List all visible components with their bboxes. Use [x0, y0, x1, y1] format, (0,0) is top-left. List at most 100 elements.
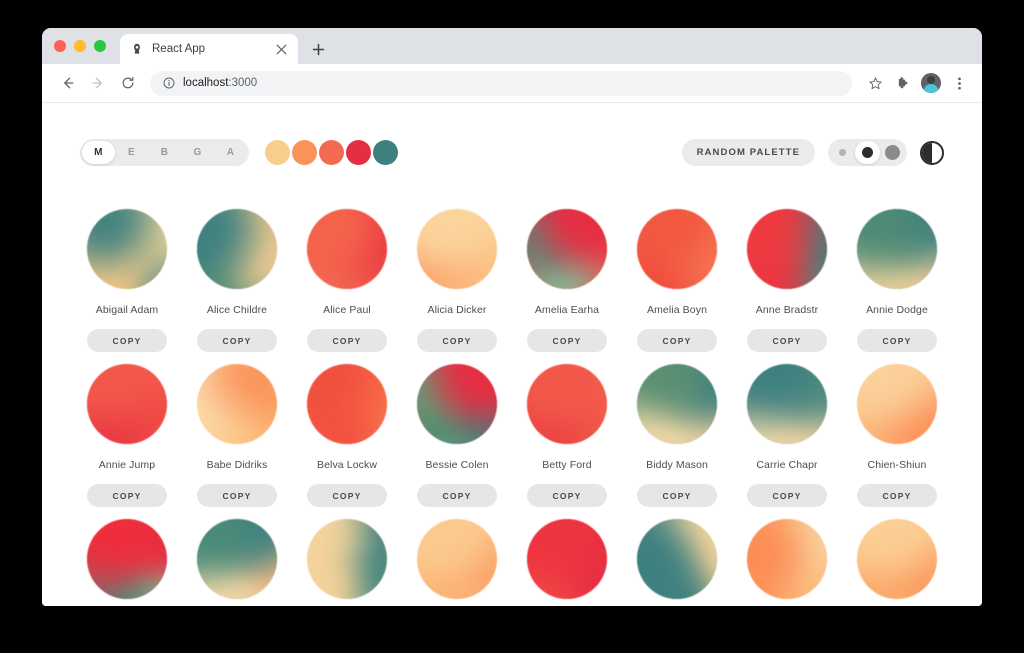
size-option-medium[interactable]	[855, 141, 880, 164]
copy-button[interactable]: COPY	[857, 484, 937, 507]
tab-strip: React App	[42, 28, 982, 64]
gradient-card: Eleanor RoosCOPY	[732, 517, 842, 606]
gradient-circle[interactable]	[637, 209, 717, 289]
gradient-mesh	[307, 209, 387, 289]
header-left-group: MEBGA	[80, 139, 398, 166]
gradient-mesh	[417, 209, 497, 289]
gradient-circle[interactable]	[307, 519, 387, 599]
mode-selector[interactable]: MEBGA	[80, 139, 249, 166]
copy-button-label: COPY	[332, 335, 362, 346]
palette-swatch-2[interactable]	[292, 140, 317, 165]
copy-button[interactable]: COPY	[307, 484, 387, 507]
gradient-card-name: Carrie Chapr	[756, 459, 818, 471]
gradient-circle[interactable]	[637, 519, 717, 599]
gradient-card-name: Amelia Earha	[534, 304, 600, 316]
close-icon[interactable]	[274, 42, 289, 57]
gradient-circle-wrap	[85, 207, 169, 291]
gradient-card: Amelia Earha COPY	[512, 207, 622, 362]
palette-swatch-3[interactable]	[319, 140, 344, 165]
copy-button[interactable]: COPY	[197, 329, 277, 352]
copy-button[interactable]: COPY	[527, 329, 607, 352]
gradient-circle[interactable]	[197, 209, 277, 289]
gradient-mesh	[857, 209, 937, 289]
arrow-right-icon	[84, 69, 112, 97]
copy-button-label: COPY	[332, 490, 362, 501]
kebab-menu-icon[interactable]	[946, 70, 972, 96]
gradient-card: Belva Lockw COPY	[292, 362, 402, 517]
mode-option-e[interactable]: E	[115, 141, 148, 164]
info-circle-icon[interactable]	[162, 77, 175, 90]
gradient-circle[interactable]	[197, 519, 277, 599]
copy-button[interactable]: COPY	[637, 484, 717, 507]
size-selector[interactable]	[828, 139, 907, 166]
copy-button[interactable]: COPY	[307, 329, 387, 352]
mode-option-a[interactable]: A	[214, 141, 247, 164]
reload-icon[interactable]	[114, 69, 142, 97]
close-window-button[interactable]	[54, 40, 66, 52]
gradient-circle[interactable]	[857, 364, 937, 444]
copy-button[interactable]: COPY	[417, 329, 497, 352]
copy-button[interactable]: COPY	[417, 484, 497, 507]
copy-button[interactable]: COPY	[87, 484, 167, 507]
copy-button[interactable]: COPY	[637, 329, 717, 352]
gradient-card: Edmonia LevCOPY	[622, 517, 732, 606]
mode-option-m[interactable]: M	[82, 141, 115, 164]
browser-tab[interactable]: React App	[120, 34, 298, 64]
gradient-circle[interactable]	[637, 364, 717, 444]
copy-button[interactable]: COPY	[527, 484, 607, 507]
gradient-card: Alice Paul COPY	[292, 207, 402, 362]
gradient-card: Babe Didriks COPY	[182, 362, 292, 517]
gradient-circle[interactable]	[747, 209, 827, 289]
copy-button[interactable]: COPY	[747, 329, 827, 352]
gradient-circle[interactable]	[87, 364, 167, 444]
gradient-circle[interactable]	[87, 209, 167, 289]
gradient-circle[interactable]	[527, 364, 607, 444]
gradient-circle[interactable]	[527, 519, 607, 599]
maximize-window-button[interactable]	[94, 40, 106, 52]
gradient-circle[interactable]	[857, 209, 937, 289]
gradient-circle[interactable]	[197, 364, 277, 444]
gradient-circle-wrap	[525, 517, 609, 601]
palette-swatch-4[interactable]	[346, 140, 371, 165]
size-option-large[interactable]	[880, 141, 905, 164]
copy-button[interactable]: COPY	[747, 484, 827, 507]
gradient-circle[interactable]	[747, 519, 827, 599]
gradient-card-name: Bessie Colen	[425, 459, 489, 471]
minimize-window-button[interactable]	[74, 40, 86, 52]
arrow-left-icon[interactable]	[54, 69, 82, 97]
gradient-circle-wrap	[305, 207, 389, 291]
address-bar[interactable]: localhost:3000	[150, 70, 852, 96]
random-palette-button[interactable]: RANDOM PALETTE	[681, 139, 815, 166]
mode-option-b[interactable]: B	[148, 141, 181, 164]
gradient-circle-wrap	[195, 517, 279, 601]
copy-button[interactable]: COPY	[197, 484, 277, 507]
gradient-circle[interactable]	[417, 209, 497, 289]
mode-option-g[interactable]: G	[181, 141, 214, 164]
palette-swatch-5[interactable]	[373, 140, 398, 165]
gradient-grid: Abigail Adam COPY Alice Childre COPY Alice P…	[42, 177, 982, 606]
gradient-circle[interactable]	[417, 519, 497, 599]
gradient-mesh	[417, 364, 497, 444]
star-icon[interactable]	[862, 70, 888, 96]
puzzle-piece-icon[interactable]	[890, 70, 916, 96]
gradient-circle[interactable]	[417, 364, 497, 444]
gradient-circle[interactable]	[747, 364, 827, 444]
plus-icon[interactable]	[304, 35, 332, 63]
copy-button[interactable]: COPY	[857, 329, 937, 352]
header-right-group: RANDOM PALETTE	[681, 139, 944, 166]
size-option-small[interactable]	[830, 141, 855, 164]
avatar-icon[interactable]	[921, 73, 941, 93]
gradient-circle[interactable]	[527, 209, 607, 289]
palette-swatch-1[interactable]	[265, 140, 290, 165]
app-header: MEBGA RANDOM PALETTE	[42, 103, 982, 177]
contrast-half-circle-icon[interactable]	[920, 140, 944, 165]
gradient-circle-wrap	[855, 207, 939, 291]
gradient-card-name: Alicia Dicker	[427, 304, 487, 316]
gradient-circle[interactable]	[87, 519, 167, 599]
gradient-circle[interactable]	[307, 364, 387, 444]
gradient-mesh	[197, 364, 277, 444]
copy-button[interactable]: COPY	[87, 329, 167, 352]
gradient-circle[interactable]	[307, 209, 387, 289]
gradient-card: Bessie Colen COPY	[402, 362, 512, 517]
gradient-circle[interactable]	[857, 519, 937, 599]
